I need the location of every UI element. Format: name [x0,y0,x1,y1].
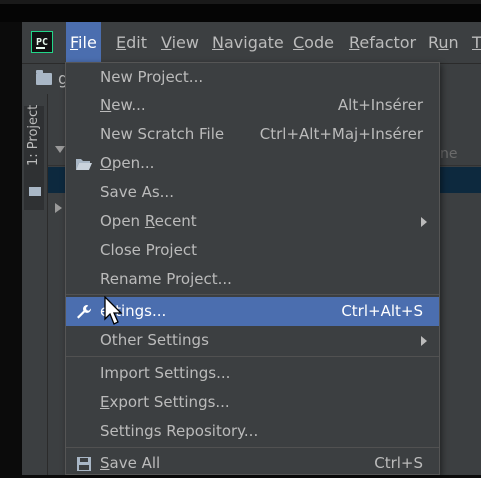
menu-item-rename-project[interactable]: Rename Project... [66,265,439,294]
open-folder-icon [76,159,92,170]
menu-navigate[interactable]: Navigate [208,22,288,63]
menu-item-import-settings[interactable]: Import Settings... [66,359,439,388]
menu-item-save-all[interactable]: Save All Ctrl+S [66,449,439,478]
tree-collapsed-arrow-icon[interactable] [55,203,62,213]
wrench-icon [77,305,92,319]
folder-icon [36,70,52,85]
shortcut-new-scratch: Ctrl+Alt+Maj+Insérer [259,125,423,143]
menu-run[interactable]: Run [424,22,463,63]
menu-separator [66,294,439,295]
menu-item-save-as[interactable]: Save As... [66,178,439,207]
shortcut-save-all: Ctrl+S [374,454,423,472]
shortcut-settings: Ctrl+Alt+S [341,302,423,320]
file-menu-dropdown: New Project... New... Alt+Insérer New Sc… [65,62,440,475]
save-icon [77,457,91,471]
menu-code[interactable]: Code [289,22,338,63]
menu-item-new-scratch-file[interactable]: New Scratch File Ctrl+Alt+Maj+Insérer [66,120,439,149]
menu-item-open[interactable]: Open... [66,149,439,178]
pane-column-text: ne [440,146,458,162]
tree-expand-arrow-icon[interactable] [55,146,65,153]
screen-top-strip [0,0,481,4]
menu-item-open-recent[interactable]: Open Recent [66,207,439,236]
menu-item-settings-repository[interactable]: Settings Repository... [66,417,439,446]
menu-tools-partial[interactable]: T [468,22,481,63]
project-folder-icon [29,187,41,196]
menu-item-new-project[interactable]: New Project... [66,63,439,92]
menu-edit[interactable]: Edit [112,22,151,63]
submenu-arrow-icon [421,217,427,227]
menu-item-other-settings[interactable]: Other Settings [66,326,439,355]
menu-item-export-settings[interactable]: Export Settings... [66,388,439,417]
pycharm-logo-icon: PC [31,31,53,53]
menu-item-close-project[interactable]: Close Project [66,236,439,265]
submenu-arrow-icon [421,336,427,346]
shortcut-new: Alt+Insérer [337,96,423,114]
menu-view[interactable]: View [157,22,203,63]
menu-separator [66,447,439,448]
mouse-cursor-icon [104,296,123,325]
menu-item-new[interactable]: New... Alt+Insérer [66,91,439,120]
menu-separator [66,356,439,357]
main-menubar: PC File Edit View Navigate Code Refactor… [22,22,481,64]
menu-file[interactable]: File [66,22,101,63]
menu-refactor[interactable]: Refactor [345,22,420,63]
